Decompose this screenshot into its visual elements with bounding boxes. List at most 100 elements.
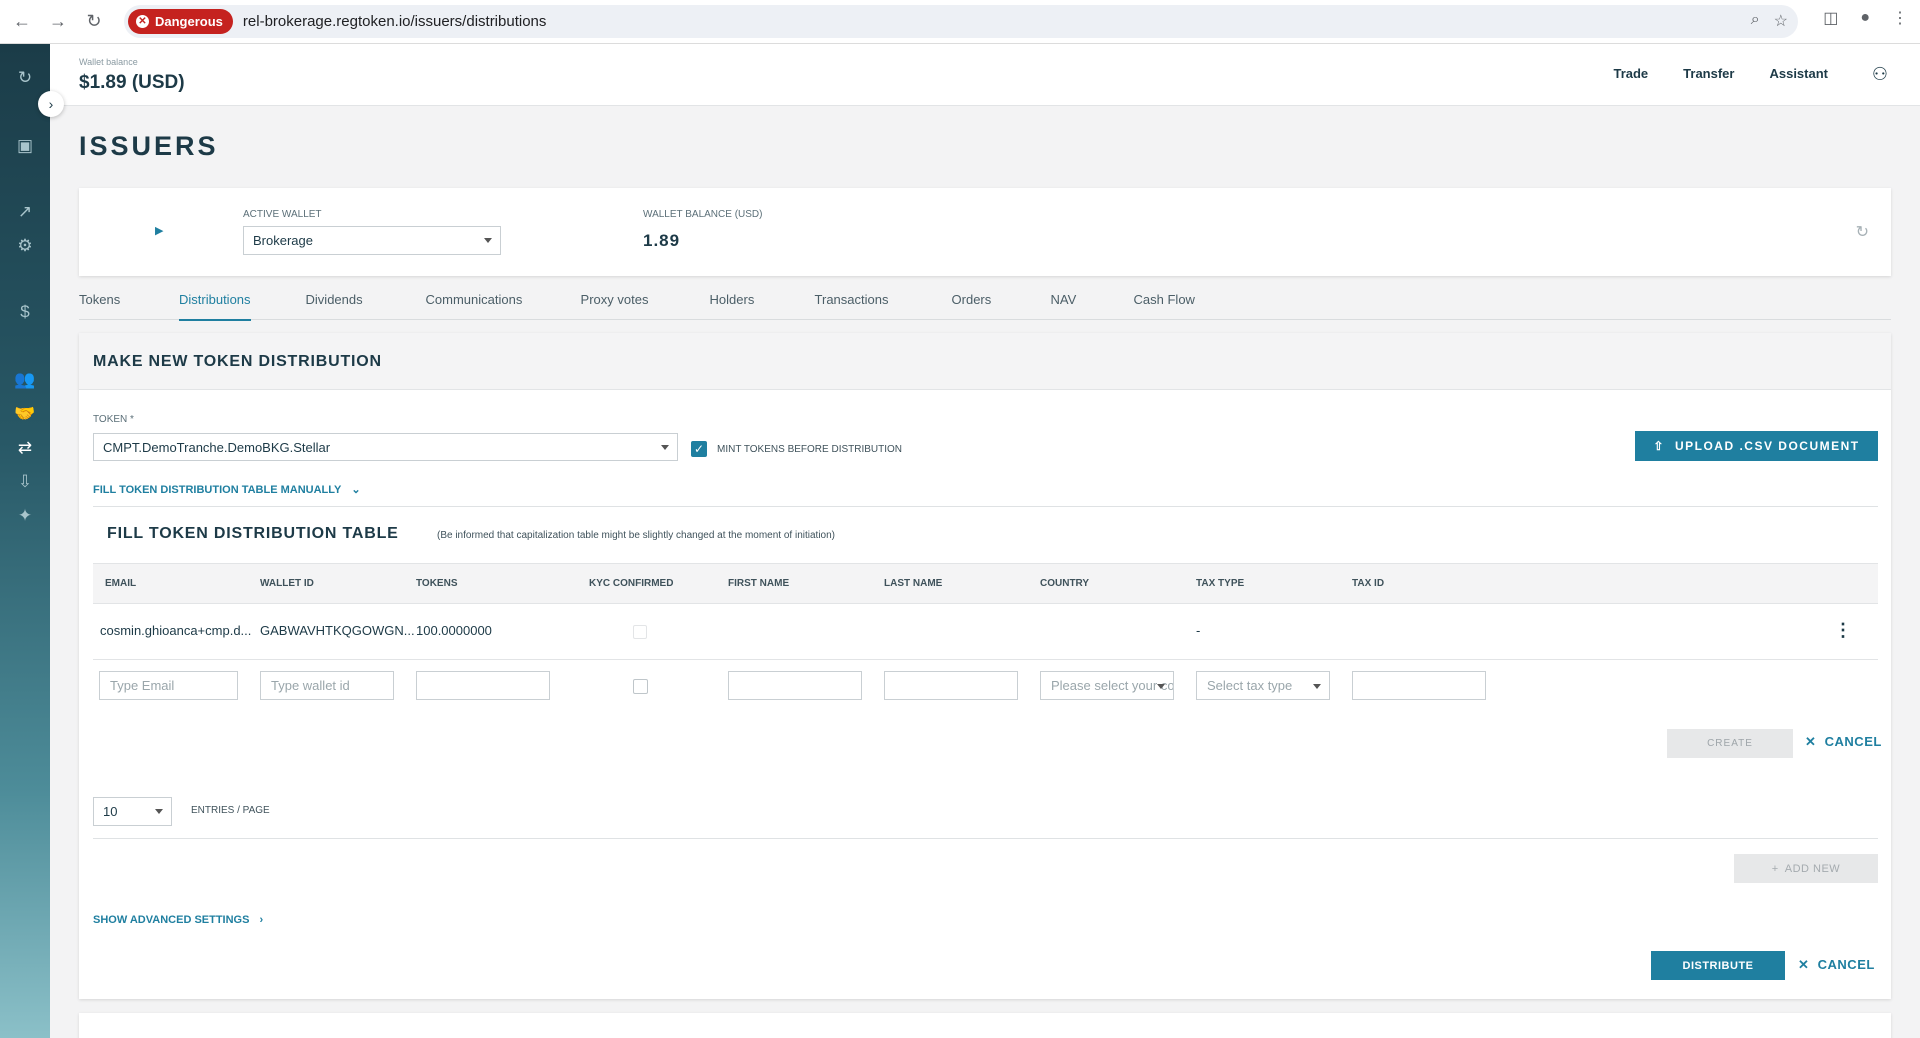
forward-icon[interactable]: →: [44, 8, 72, 36]
browser-toolbar: ← → ↻ ✕ Dangerous rel-brokerage.regtoken…: [0, 0, 1920, 44]
active-wallet-card: ▶ ACTIVE WALLET Brokerage WALLET BALANCE…: [79, 188, 1891, 276]
url-text[interactable]: rel-brokerage.regtoken.io/issuers/distri…: [243, 13, 546, 30]
cancel-distribution-button[interactable]: ✕ CANCEL: [1798, 957, 1875, 973]
mint-tokens-checkbox[interactable]: ✓: [691, 441, 707, 457]
play-icon[interactable]: ▶: [155, 224, 163, 237]
tab-transactions[interactable]: Transactions: [815, 292, 952, 320]
col-tax-type: TAX TYPE: [1196, 578, 1245, 589]
nav-trade-link[interactable]: Trade: [1613, 66, 1648, 81]
upload-csv-label: UPLOAD .CSV DOCUMENT: [1674, 439, 1860, 453]
sync-icon[interactable]: ↻: [13, 66, 37, 90]
browser-menu-icon[interactable]: ⋮: [1892, 8, 1908, 28]
show-advanced-settings-toggle[interactable]: SHOW ADVANCED SETTINGS ›: [93, 914, 263, 926]
tab-dividends[interactable]: Dividends: [306, 292, 426, 320]
distribution-card: MAKE NEW TOKEN DISTRIBUTION TOKEN * CMPT…: [79, 333, 1891, 999]
nav-transfer-link[interactable]: Transfer: [1683, 66, 1734, 81]
add-new-label: ADD NEW: [1784, 862, 1841, 875]
security-warning-badge[interactable]: ✕ Dangerous: [128, 9, 233, 34]
add-new-button[interactable]: + ADD NEW: [1734, 854, 1878, 883]
new-last-name-input[interactable]: [884, 671, 1018, 700]
tax-type-placeholder: Select tax type: [1207, 678, 1293, 693]
tab-proxy-votes[interactable]: Proxy votes: [581, 292, 710, 320]
new-tax-type-select[interactable]: Select tax type: [1196, 671, 1330, 700]
trend-icon[interactable]: ↗: [13, 200, 37, 224]
fill-table-manually-label: FILL TOKEN DISTRIBUTION TABLE MANUALLY: [93, 484, 342, 496]
address-bar[interactable]: ✕ Dangerous rel-brokerage.regtoken.io/is…: [124, 5, 1798, 38]
entries-per-page-select[interactable]: 10: [93, 797, 172, 826]
chevron-down-icon: [1313, 684, 1321, 689]
tab-cash-flow[interactable]: Cash Flow: [1134, 292, 1195, 320]
new-kyc-checkbox[interactable]: [633, 679, 648, 694]
col-last-name: LAST NAME: [884, 578, 943, 589]
table-row: cosmin.ghioanca+cmp.d... GABWAVHTKQGOWGN…: [93, 604, 1878, 660]
bottom-card: [79, 1013, 1891, 1038]
wallet-balance-value: $1.89 (USD): [79, 72, 185, 93]
handshake-icon[interactable]: 🤝: [13, 402, 37, 426]
tab-holders[interactable]: Holders: [710, 292, 815, 320]
chevron-right-icon: ›: [259, 914, 264, 926]
token-select[interactable]: CMPT.DemoTranche.DemoBKG.Stellar: [93, 433, 678, 461]
table-note: (Be informed that capitalization table m…: [437, 530, 835, 541]
expand-sidebar-button[interactable]: ›: [38, 91, 64, 117]
col-email: EMAIL: [105, 578, 137, 589]
card-title: MAKE NEW TOKEN DISTRIBUTION: [93, 353, 382, 370]
table-title: FILL TOKEN DISTRIBUTION TABLE: [107, 525, 399, 542]
kyc-confirmed-checkbox: [633, 625, 647, 639]
new-tokens-input[interactable]: [416, 671, 550, 700]
tab-distributions[interactable]: Distributions: [179, 292, 251, 321]
account-people-icon[interactable]: ⚇: [1872, 64, 1888, 85]
card-header: MAKE NEW TOKEN DISTRIBUTION: [79, 333, 1891, 390]
country-placeholder: Please select your co: [1051, 678, 1174, 693]
col-country: COUNTRY: [1040, 578, 1090, 589]
settings-nodes-icon[interactable]: ✦: [13, 504, 37, 528]
fill-table-manually-toggle[interactable]: FILL TOKEN DISTRIBUTION TABLE MANUALLY ⌄: [93, 483, 361, 496]
wallet-icon[interactable]: ▣: [13, 134, 37, 158]
cancel-row-button[interactable]: ✕ CANCEL: [1805, 734, 1882, 750]
profile-icon[interactable]: ●: [1860, 9, 1870, 27]
new-tax-id-input[interactable]: [1352, 671, 1486, 700]
new-country-select[interactable]: Please select your co: [1040, 671, 1174, 700]
show-advanced-settings-label: SHOW ADVANCED SETTINGS: [93, 914, 250, 926]
issuers-icon[interactable]: ⇄: [13, 436, 37, 460]
token-label: TOKEN *: [93, 414, 134, 425]
new-wallet-id-input[interactable]: Type wallet id: [260, 671, 394, 700]
create-button[interactable]: CREATE: [1667, 729, 1793, 758]
close-icon: ✕: [1805, 734, 1817, 749]
entries-per-page-value: 10: [103, 804, 118, 819]
zoom-icon[interactable]: ⌕: [1751, 11, 1760, 31]
tab-nav[interactable]: NAV: [1051, 292, 1134, 320]
col-first-name: FIRST NAME: [728, 578, 790, 589]
row-menu-icon[interactable]: ⋮: [1834, 620, 1852, 641]
users-icon[interactable]: 👥: [13, 368, 37, 392]
col-kyc-confirmed: KYC CONFIRMED: [589, 578, 674, 589]
tray-icon[interactable]: ⇩: [13, 470, 37, 494]
upload-csv-button[interactable]: ⇧ UPLOAD .CSV DOCUMENT: [1635, 431, 1878, 461]
bookmark-star-icon[interactable]: ☆: [1774, 11, 1788, 31]
wallet-balance-label: Wallet balance: [79, 57, 138, 67]
chevron-down-icon: [661, 445, 669, 450]
token-value: CMPT.DemoTranche.DemoBKG.Stellar: [103, 440, 331, 455]
issuer-tabs: Tokens Distributions Dividends Communica…: [79, 292, 1891, 321]
active-wallet-select[interactable]: Brokerage: [243, 226, 501, 255]
nav-assistant-link[interactable]: Assistant: [1769, 66, 1828, 81]
col-tokens: TOKENS: [416, 578, 458, 589]
page-title: ISSUERS: [79, 131, 219, 161]
cell-wallet-id: GABWAVHTKQGOWGN...: [260, 623, 415, 638]
cell-email: cosmin.ghioanca+cmp.d...: [100, 623, 252, 638]
new-email-input[interactable]: Type Email: [99, 671, 238, 700]
cancel-row-label: CANCEL: [1824, 734, 1882, 749]
plus-icon: +: [1771, 862, 1779, 875]
tab-communications[interactable]: Communications: [426, 292, 581, 320]
dollar-icon[interactable]: $: [13, 300, 37, 324]
new-first-name-input[interactable]: [728, 671, 862, 700]
exchange-icon[interactable]: ⚙: [13, 234, 37, 258]
refresh-icon[interactable]: ↻: [1856, 222, 1869, 242]
divider: [93, 506, 1878, 507]
col-wallet-id: WALLET ID: [260, 578, 314, 589]
back-icon[interactable]: ←: [8, 8, 36, 36]
distribute-button[interactable]: DISTRIBUTE: [1651, 951, 1785, 980]
tab-tokens[interactable]: Tokens: [79, 292, 179, 320]
reload-icon[interactable]: ↻: [80, 8, 108, 36]
tab-orders[interactable]: Orders: [952, 292, 1051, 320]
side-panel-icon[interactable]: ◫: [1823, 8, 1838, 28]
